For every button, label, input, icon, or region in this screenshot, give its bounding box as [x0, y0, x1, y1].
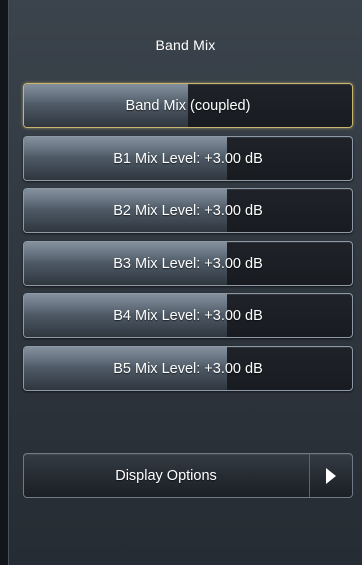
panel-title: Band Mix — [155, 37, 216, 53]
control-label: B4 Mix Level: +3.00 dB — [113, 307, 263, 324]
display-options-button[interactable]: Display Options — [23, 453, 353, 498]
control-label: Band Mix (coupled) — [125, 97, 251, 114]
b3-mix-level-control[interactable]: B3 Mix Level: +3.00 dB — [23, 241, 353, 286]
control-label: B1 Mix Level: +3.00 dB — [113, 150, 263, 167]
control-label: B5 Mix Level: +3.00 dB — [113, 360, 263, 377]
b1-mix-level-control[interactable]: B1 Mix Level: +3.00 dB — [23, 136, 353, 181]
band-mix-panel: Band Mix Band Mix (coupled) B1 Mix Level… — [8, 0, 362, 565]
control-label: B3 Mix Level: +3.00 dB — [113, 255, 263, 272]
b4-mix-level-control[interactable]: B4 Mix Level: +3.00 dB — [23, 293, 353, 338]
display-options-label: Display Options — [115, 467, 217, 484]
control-label: B2 Mix Level: +3.00 dB — [113, 202, 263, 219]
b5-mix-level-control[interactable]: B5 Mix Level: +3.00 dB — [23, 346, 353, 391]
chevron-right-icon — [309, 454, 352, 497]
b2-mix-level-control[interactable]: B2 Mix Level: +3.00 dB — [23, 188, 353, 233]
band-mix-coupled-control[interactable]: Band Mix (coupled) — [23, 83, 353, 128]
